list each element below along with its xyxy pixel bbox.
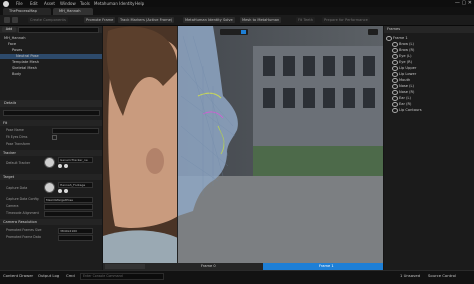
frames-title: Frames [387, 27, 401, 31]
viewport-scene [103, 26, 383, 270]
pose-name-field[interactable] [52, 128, 99, 134]
identity-solve-button[interactable]: MetaHuman Identity Solve [183, 17, 235, 23]
menu-asset[interactable]: Asset [44, 1, 55, 6]
eye-icon[interactable] [386, 35, 392, 41]
menu-bar: File Edit Asset Window Tools Metahuman I… [0, 0, 474, 7]
content-drawer-button[interactable]: Content Drawer [3, 273, 33, 278]
tree-item-template-mesh[interactable]: Template Mesh [12, 60, 39, 65]
tree-item-body[interactable]: Body [12, 72, 21, 77]
unsaved-indicator[interactable]: 1 Unsaved [400, 273, 420, 278]
prop-promoted-frames-size: Promoted Frames Size [6, 228, 42, 232]
details-search-input[interactable] [3, 110, 100, 116]
console-input[interactable]: Enter Console Command [80, 273, 164, 280]
capture-data-thumbnail[interactable] [44, 182, 55, 193]
viewport[interactable]: Frame 0 Frame 1 [103, 26, 383, 270]
capture-data-config-field[interactable]: MaxOGTargetPose [44, 197, 93, 203]
use-selected-icon[interactable] [64, 189, 68, 193]
prop-pose-name: Pose Name [6, 128, 24, 132]
timecode-field[interactable] [44, 211, 93, 217]
fit-teeth-button[interactable]: Fit Teeth [296, 17, 316, 23]
eye-icon[interactable] [392, 41, 398, 47]
promoted-frame-data-field[interactable] [58, 235, 93, 241]
window-controls[interactable]: — ▢ ✕ [455, 0, 472, 6]
use-selected-icon[interactable] [64, 164, 68, 168]
section-fit[interactable]: Fit [0, 120, 102, 126]
tab-mh-hannah[interactable]: MH_Hannah [53, 8, 93, 15]
frame-right-label: Frame 1 [319, 264, 334, 268]
toolbar [0, 15, 474, 26]
left-panel: Add MH_Hannah Face Poses Neutral Pose Te… [0, 26, 102, 270]
menu-help[interactable]: Help [135, 1, 144, 6]
prepare-for-performance-button[interactable]: Prepare for Performance [322, 17, 370, 23]
eye-icon[interactable] [392, 83, 398, 89]
source-control-button[interactable]: Source Control [428, 273, 456, 278]
section-target[interactable]: Target [0, 174, 102, 180]
eye-icon[interactable] [392, 53, 398, 59]
frames-panel: Frames Frame 1 Brow (L) Brow (R) Eye (L)… [384, 26, 474, 270]
prop-camera: Camera [6, 204, 19, 208]
eye-icon[interactable] [392, 107, 398, 113]
details-tab[interactable]: Details [4, 101, 16, 106]
default-tracker-field[interactable]: GenericTracker_ne [58, 157, 93, 163]
section-camera-resolution[interactable]: Camera Resolution [0, 219, 102, 225]
prop-promoted-frame-data: Promoted Frame Data [6, 235, 41, 239]
browse-icon[interactable] [12, 17, 18, 23]
tree-item-skeletal-mesh[interactable]: Skeletal Mesh [12, 66, 37, 71]
playback-controls[interactable] [105, 264, 145, 269]
tree-item-face[interactable]: Face [8, 42, 16, 47]
promote-frame-button[interactable]: Promote Frame [84, 17, 116, 23]
eye-icon[interactable] [392, 95, 398, 101]
prop-default-tracker: Default Tracker [6, 161, 31, 165]
create-components-button[interactable]: Create Components [28, 17, 68, 23]
prop-timecode: Timecode Alignment [6, 211, 39, 215]
output-log-button[interactable]: Output Log [38, 273, 59, 278]
prop-fit-eyes: Fit Eyes Dims [6, 135, 28, 139]
save-icon[interactable] [4, 17, 10, 23]
ab-split-icon[interactable] [241, 30, 246, 34]
camera-field[interactable] [44, 204, 93, 210]
section-tracker[interactable]: Tracker [0, 150, 102, 156]
outliner-search-input[interactable] [18, 27, 99, 33]
mesh-to-metahuman-button[interactable]: Mesh to MetaHuman [240, 17, 282, 23]
curve-item[interactable]: Lip Contours [392, 107, 422, 113]
tree-item-mh-hannah[interactable]: MH_Hannah [4, 36, 26, 41]
eye-icon[interactable] [392, 47, 398, 53]
add-button[interactable]: Add [2, 27, 16, 32]
menu-window[interactable]: Window [60, 1, 76, 6]
tree-item-poses[interactable]: Poses [12, 48, 22, 53]
cmd-button[interactable]: Cmd [66, 273, 75, 278]
tracker-thumbnail[interactable] [44, 157, 55, 168]
eye-icon[interactable] [392, 89, 398, 95]
eye-icon[interactable] [392, 101, 398, 107]
browse-icon[interactable] [58, 189, 62, 193]
prop-capture-data-config: Capture Data Config [6, 197, 39, 201]
tab-label: TheProcessMap [9, 9, 37, 13]
browse-icon[interactable] [58, 164, 62, 168]
frame-left-label: Frame 0 [201, 264, 216, 268]
eye-icon[interactable] [392, 77, 398, 83]
track-markers-button[interactable]: Track Markers (Active Frame) [118, 17, 175, 23]
tab-label: MH_Hannah [59, 9, 81, 13]
eye-icon[interactable] [392, 65, 398, 71]
menu-file[interactable]: File [16, 1, 23, 6]
promoted-frames-size-field[interactable]: 3840x2160 [58, 228, 93, 234]
fit-eyes-checkbox[interactable] [52, 135, 57, 140]
viewport-options-icon[interactable] [368, 29, 378, 35]
menu-edit[interactable]: Edit [30, 1, 38, 6]
eye-icon[interactable] [392, 71, 398, 77]
eye-icon[interactable] [392, 59, 398, 65]
menu-tools[interactable]: Tools [80, 1, 90, 6]
menu-metahuman-identity[interactable]: Metahuman Identity [94, 1, 135, 6]
tab-process-map[interactable]: TheProcessMap [3, 8, 51, 15]
tree-item-neutral-pose[interactable]: Neutral Pose [0, 54, 102, 59]
capture-data-field[interactable]: Hannah_Footage [58, 182, 93, 188]
prop-capture-data: Capture Data [6, 186, 28, 190]
prop-pose-transform: Pose Transform [6, 142, 31, 146]
add-label: Add [5, 27, 13, 31]
